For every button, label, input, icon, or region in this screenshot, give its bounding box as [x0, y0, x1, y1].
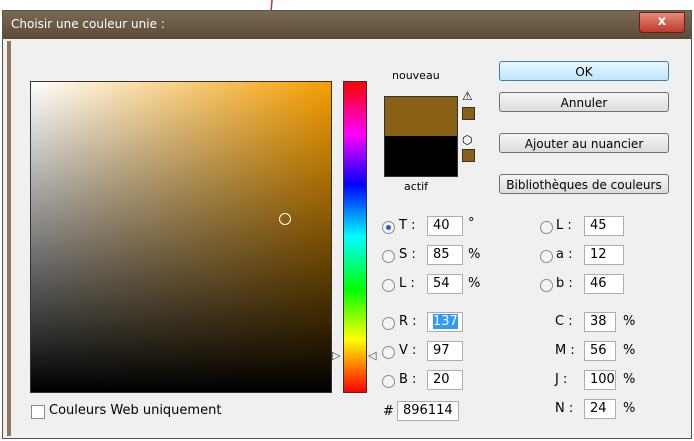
ok-button[interactable]: OK: [499, 61, 669, 81]
brightness-label: L :: [399, 276, 415, 291]
gamut-correction-swatch[interactable]: [462, 107, 475, 120]
lab-a-input[interactable]: 12: [584, 245, 624, 265]
lab-a-radio[interactable]: [540, 250, 553, 263]
cyan-unit: %: [623, 314, 636, 329]
magenta-label: M :: [555, 343, 575, 358]
black-input[interactable]: 24: [584, 399, 616, 419]
brightness-radio[interactable]: [382, 279, 395, 292]
blue-input[interactable]: 20: [427, 370, 463, 390]
color-libraries-button[interactable]: Bibliothèques de couleurs: [499, 174, 669, 194]
blue-label: B :: [399, 372, 417, 387]
color-picker-dialog: Choisir une couleur unie : x ▷ ◁ nouveau…: [2, 10, 692, 439]
hue-input[interactable]: 40: [427, 216, 463, 236]
hue-slider-right-handle-icon[interactable]: ◁: [368, 349, 376, 362]
saturation-input[interactable]: 85: [427, 245, 463, 265]
lab-b-label: b :: [556, 276, 573, 291]
red-input[interactable]: 137: [427, 312, 463, 332]
out-of-gamut-warning-icon[interactable]: ⚠: [462, 89, 473, 103]
web-safe-correction-swatch[interactable]: [462, 149, 475, 162]
add-to-swatches-button[interactable]: Ajouter au nuancier: [499, 133, 669, 153]
brightness-input[interactable]: 54: [427, 274, 463, 294]
magenta-unit: %: [623, 343, 636, 358]
cancel-button[interactable]: Annuler: [499, 92, 669, 112]
black-unit: %: [623, 401, 636, 416]
red-label: R :: [399, 314, 417, 329]
current-color-label: actif: [404, 180, 429, 193]
black-label: N :: [555, 401, 574, 416]
hue-radio[interactable]: [382, 221, 395, 234]
green-label: V :: [399, 343, 417, 358]
color-picker-cursor[interactable]: [279, 213, 291, 225]
saturation-unit: %: [468, 247, 481, 262]
hue-slider-left-handle-icon[interactable]: ▷: [332, 349, 340, 362]
green-radio[interactable]: [382, 346, 395, 359]
lab-l-input[interactable]: 45: [584, 216, 624, 236]
dialog-title: Choisir une couleur unie :: [11, 17, 165, 31]
red-radio[interactable]: [382, 317, 395, 330]
new-color-label: nouveau: [392, 69, 440, 82]
red-input-value: 137: [433, 314, 458, 329]
close-button[interactable]: x: [639, 12, 685, 33]
cyan-input[interactable]: 38: [584, 312, 616, 332]
title-bar: Choisir une couleur unie : x: [3, 11, 691, 39]
magenta-input[interactable]: 56: [584, 341, 616, 361]
window-frame: [7, 41, 11, 436]
yellow-input[interactable]: 100: [584, 370, 616, 390]
blue-radio[interactable]: [382, 375, 395, 388]
current-color-swatch[interactable]: [384, 136, 458, 177]
hue-slider[interactable]: [343, 81, 367, 393]
lab-b-radio[interactable]: [540, 279, 553, 292]
hue-unit: °: [468, 216, 475, 231]
lab-b-input[interactable]: 46: [584, 274, 624, 294]
new-color-swatch: [384, 96, 458, 137]
saturation-radio[interactable]: [382, 250, 395, 263]
cyan-label: C :: [555, 314, 573, 329]
lab-a-label: a :: [556, 247, 573, 262]
hex-label: #: [383, 404, 394, 419]
web-safe-cube-icon[interactable]: ⬡: [462, 133, 472, 147]
saturation-label: S :: [399, 247, 416, 262]
yellow-label: J :: [555, 372, 568, 387]
hex-input[interactable]: 896114: [397, 401, 459, 421]
web-colors-only-checkbox[interactable]: [31, 405, 45, 419]
color-field[interactable]: [30, 81, 332, 393]
green-input[interactable]: 97: [427, 341, 463, 361]
hue-label: T :: [399, 218, 416, 233]
yellow-unit: %: [623, 372, 636, 387]
web-colors-only-label: Couleurs Web uniquement: [49, 403, 222, 418]
lab-l-label: L :: [556, 218, 572, 233]
lab-l-radio[interactable]: [540, 221, 553, 234]
brightness-unit: %: [468, 276, 481, 291]
